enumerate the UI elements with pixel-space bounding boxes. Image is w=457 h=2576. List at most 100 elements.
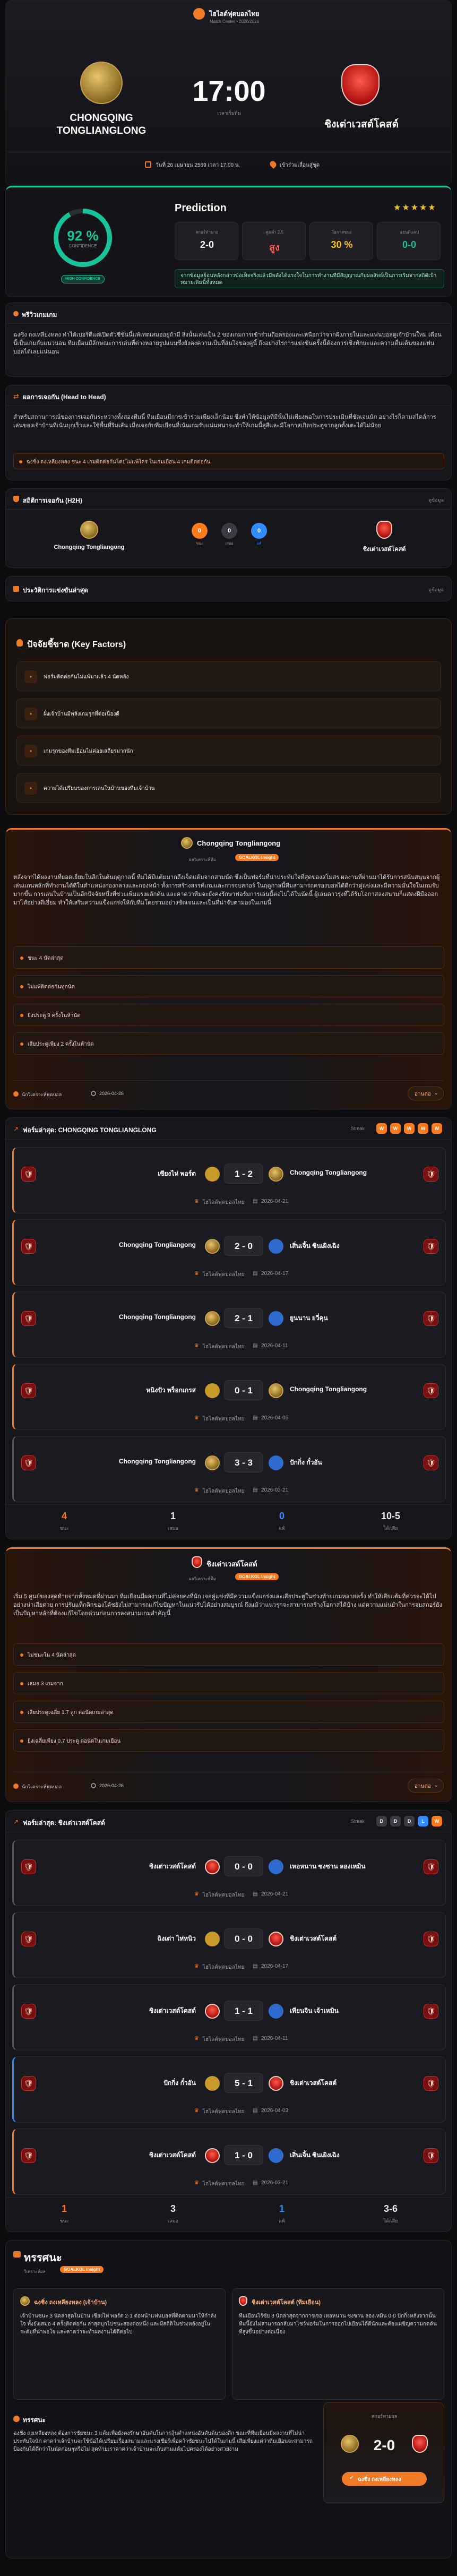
bullet-icon <box>20 1711 23 1714</box>
prediction-col-value: 2-0 <box>200 239 214 250</box>
h2h-home-name: Chongqing Tongliangong <box>54 544 125 550</box>
readmore-label: อ่านต่อ <box>415 1091 431 1097</box>
prediction-col: สูง/ต่ำ 2.5 สูง <box>242 222 306 260</box>
summary-stat-value: 1 <box>61 2203 67 2214</box>
h2h-home-crest <box>80 521 98 539</box>
summary-stat-label: ชนะ <box>59 2218 69 2224</box>
location-icon <box>269 160 278 169</box>
bullet-icon <box>20 1043 23 1046</box>
consensus-icon <box>13 2416 20 2422</box>
h2h-chip: ฉงชิ่ง ถงเหลียงหลง ชนะ 4 เกมติดต่อกันโดย… <box>13 453 444 469</box>
match-hero: ไฮไลต์ฟุตบอลไทย Match Center • 2026/2026… <box>5 0 452 186</box>
league-subtitle: Match Center • 2026/2026 <box>209 19 260 24</box>
summary-stat-value: 0 <box>279 1511 284 1521</box>
analysis-point-text: ยิงเฉลี่ยเพียง 0.7 ประตู ต่อนัดในเกมเยือ… <box>28 1738 121 1744</box>
final-pick-box: สกอร์ทายผล 2-0 ✔ ฉงชิ่ง ถงเหลียงหลง <box>323 2402 444 2503</box>
h2h-card: ⇄ ผลการเจอกัน (Head to Head) สำหรับสถานก… <box>5 385 452 480</box>
confidence-percent: 92 % <box>67 228 99 244</box>
away-recent-card: ↗ ฟอร์มล่าสุด: ชิงเต่าเวสต์โคสต์ Streak … <box>5 1810 452 2232</box>
h2h-chip-text: ฉงชิ่ง ถงเหลียงหลง ชนะ 4 เกมติดต่อกันโดย… <box>27 459 211 465</box>
bullet-icon <box>20 957 23 960</box>
consensus-body: ฉงชิ่ง ถงเหลียงหลง ต้องการชัยชนะ 3 แต้มเ… <box>13 2431 313 2452</box>
bulb-icon <box>16 639 23 647</box>
history-title: ประวัติการแข่งขันล่าสุด <box>23 587 88 594</box>
prediction-col-value: 0-0 <box>402 239 416 250</box>
key-factors-title: ปัจจัยชี้ขาด (Key Factors) <box>27 640 126 649</box>
summary-card: ทรรศนะ วิเคราะห์ผล GOALKOL Insight ฉงชิ่… <box>5 2240 452 2558</box>
away-analysis-tag2: GOALKOL Insight <box>235 1573 279 1580</box>
summary-home-crest <box>20 2296 30 2306</box>
h2h-title: ผลการเจอกัน (Head to Head) <box>23 393 106 401</box>
bullet-icon <box>20 1682 23 1685</box>
h2h-summary-badge[interactable]: ดูข้อมูล <box>428 496 444 504</box>
prediction-card: 92 % CONFIDENCE HIGH CONFIDENCE Predicti… <box>5 186 452 297</box>
away-recent-summary: 1 ชนะ 3 เสมอ 1 แพ้ 3-6 ได้/เสีย <box>6 1811 451 2232</box>
key-factor-item: • ฟอร์มติดต่อกันไม่แพ้มาแล้ว 4 นัดหลัง <box>16 661 441 691</box>
key-factor-text: ความได้เปรียบของการเล่นในบ้านของทีมเจ้าบ… <box>44 786 155 791</box>
home-analysis-tag1: ผลวิเคราะห์ทีม <box>189 857 217 862</box>
key-factor-icon: • <box>24 782 37 795</box>
prediction-note-text: จากข้อมูลย้อนหลังกล่าวข้อเท็จจริงแล้วมีพ… <box>180 273 437 286</box>
home-team-name[interactable]: CHONGQING TONGLIANGLONG <box>38 112 165 137</box>
readmore-label: อ่านต่อ <box>415 1784 431 1789</box>
h2h-away-crest <box>376 521 392 539</box>
away-analysis-card: ชิงเต่าเวสต์โคสต์ ผลวิเคราะห์ทีม GOALKOL… <box>5 1547 452 1802</box>
summary-stat-label: ได้/เสีย <box>383 2218 398 2224</box>
preview-body: ฉงชิ่ง ถงเหลียงหลง ทำได้เบอร์ดีแต่เปิดตั… <box>13 332 442 355</box>
key-factors-card: ปัจจัยชี้ขาด (Key Factors) • ฟอร์มติดต่อก… <box>5 618 452 815</box>
away-analysis-readmore[interactable]: อ่านต่อ ⌄ <box>408 1779 444 1793</box>
away-team-crest[interactable] <box>341 64 380 106</box>
key-factor-item: • เกมรุกของทีมเยือนไม่ค่อยเสถียรมากนัก <box>16 736 441 765</box>
final-home-crest <box>341 2435 359 2453</box>
summary-stat-value: 1 <box>279 2203 284 2214</box>
kickoff-label: เวลาเริ่มต้น <box>217 110 241 116</box>
analysis-point-text: ยิงประตู 9 ครั้งในห้านัด <box>28 1013 81 1019</box>
history-card: ประวัติการแข่งขันล่าสุด ดูข้อมูล <box>5 576 452 601</box>
confidence-chip: HIGH CONFIDENCE <box>61 275 105 283</box>
league-title[interactable]: ไฮไลต์ฟุตบอลไทย <box>210 9 260 19</box>
summary-home-head: ฉงชิ่ง ถงเหลียงหลง (เจ้าบ้าน) <box>34 2299 107 2306</box>
h2h-draws-label: เสมอ <box>225 542 234 546</box>
author-icon <box>13 1784 19 1789</box>
home-analysis-crest <box>181 837 193 849</box>
analysis-point: ชนะ 4 นัดล่าสุด <box>13 946 444 969</box>
analysis-point: เสียประตูเฉลี่ย 1.7 ลูก ต่อนัดเกมล่าสุด <box>13 1701 444 1723</box>
league-logo-icon <box>193 8 205 20</box>
summary-stat-value: 4 <box>61 1511 67 1521</box>
clock-icon <box>91 1091 96 1096</box>
final-pick-label: สกอร์ทายผล <box>371 2414 398 2419</box>
summary-away-body: ทีมเยือนไร้ชัย 3 นัดล่าสุดจากการเจอ เหอห… <box>239 2313 437 2335</box>
rating-stars: ★★★★★ <box>393 203 437 212</box>
history-icon <box>13 586 19 592</box>
summary-tag2: GOALKOL Insight <box>60 2266 104 2273</box>
key-factor-icon: • <box>24 745 37 757</box>
history-badge[interactable]: ดูข้อมูล <box>428 586 444 593</box>
h2h-chip-dot-icon <box>19 460 22 463</box>
analysis-point: ยิงเฉลี่ยเพียง 0.7 ประตู ต่อนัดในเกมเยือ… <box>13 1729 444 1752</box>
home-name-line1: CHONGQING <box>70 113 133 124</box>
shield-icon <box>13 496 19 502</box>
chat-icon <box>13 2251 21 2258</box>
h2h-wins: 0 <box>192 523 208 539</box>
home-analysis-readmore[interactable]: อ่านต่อ ⌄ <box>408 1087 444 1100</box>
away-team-name[interactable]: ชิงเต่าเวสต์โคสต์ <box>292 116 430 132</box>
final-pick-chip[interactable]: ✔ ฉงชิ่ง ถงเหลียงหลง <box>342 2472 427 2486</box>
away-analysis-team: ชิงเต่าเวสต์โคสต์ <box>206 1560 257 1568</box>
info-icon <box>13 311 19 316</box>
home-team-crest[interactable] <box>80 62 123 104</box>
calendar-icon <box>145 161 151 168</box>
analysis-point-text: เสมอ 3 เกมจาก <box>28 1681 63 1687</box>
swap-icon: ⇄ <box>13 392 19 400</box>
bullet-icon <box>20 1014 23 1017</box>
prediction-col: สกอร์ทำนาย 2-0 <box>175 222 238 260</box>
kickoff-time: 17:00 <box>192 75 266 107</box>
summary-stat-value: 3-6 <box>383 2203 398 2214</box>
summary-title: ทรรศนะ <box>24 2252 62 2264</box>
prediction-note: จากข้อมูลย้อนหลังกล่าวข้อเท็จจริงแล้วมีพ… <box>175 269 444 288</box>
prediction-columns: สกอร์ทำนาย 2-0 สูง/ต่ำ 2.5 สูง โอกาสชนะ 30 % แ… <box>175 222 444 260</box>
away-analysis-points: ไม่ชนะใน 4 นัดล่าสุด เสมอ 3 เกมจาก เสียประ… <box>13 1643 444 1760</box>
prediction-col-value: สูง <box>269 242 280 253</box>
summary-stat-label: ได้/เสีย <box>383 1526 398 1531</box>
final-away-crest <box>412 2435 428 2453</box>
key-factor-text: ฟอร์มติดต่อกันไม่แพ้มาแล้ว 4 นัดหลัง <box>44 674 129 680</box>
